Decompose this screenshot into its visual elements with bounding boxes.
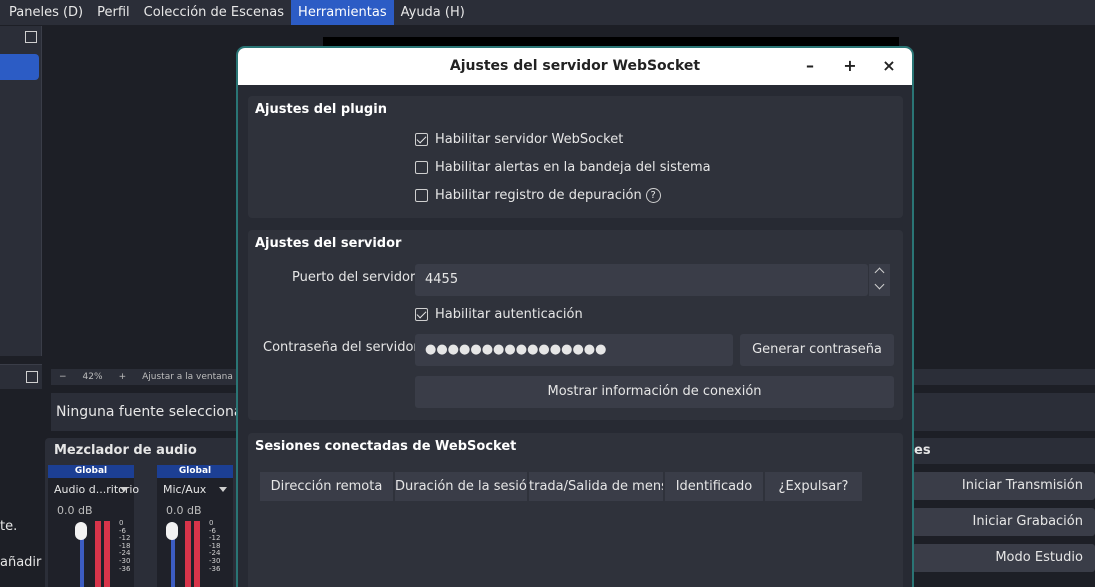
enable-auth-checkbox[interactable] bbox=[415, 308, 428, 321]
dock-float-icon[interactable] bbox=[25, 31, 37, 43]
channel-db: 0.0 dB bbox=[57, 504, 93, 517]
zoom-in-button[interactable]: + bbox=[111, 372, 135, 382]
chevron-down-icon[interactable] bbox=[219, 487, 227, 492]
channel-name[interactable]: Mic/Aux bbox=[163, 483, 206, 496]
port-label: Puerto del servidor bbox=[292, 270, 416, 285]
plugin-settings-group: Ajustes del plugin Habilitar servidor We… bbox=[248, 96, 903, 218]
generate-password-button[interactable]: Generar contraseña bbox=[740, 334, 894, 366]
sources-hint-text-2: añadir bbox=[0, 555, 42, 570]
scenes-dock bbox=[0, 26, 42, 356]
enable-server-checkbox-row[interactable]: Habilitar servidor WebSocket bbox=[415, 132, 623, 147]
controls-title: es bbox=[914, 443, 931, 458]
enable-server-checkbox[interactable] bbox=[415, 133, 428, 146]
column-session-duration[interactable]: Duración de la sesión bbox=[395, 472, 527, 501]
chevron-up-icon[interactable] bbox=[874, 267, 885, 278]
show-connection-info-button[interactable]: Mostrar información de conexión bbox=[415, 376, 894, 408]
menu-perfil[interactable]: Perfil bbox=[90, 0, 137, 25]
channel-db: 0.0 dB bbox=[166, 504, 202, 517]
plugin-group-title: Ajustes del plugin bbox=[255, 102, 387, 117]
enable-alerts-checkbox-row[interactable]: Habilitar alertas en la bandeja del sist… bbox=[415, 160, 711, 175]
server-group-title: Ajustes del servidor bbox=[255, 236, 402, 251]
start-streaming-button[interactable]: Iniciar Transmisión bbox=[912, 472, 1095, 500]
enable-alerts-label: Habilitar alertas en la bandeja del sist… bbox=[435, 160, 711, 175]
column-identified[interactable]: Identificado bbox=[665, 472, 763, 501]
channel-header: Global bbox=[157, 465, 233, 478]
sources-hint-text: te. bbox=[0, 519, 18, 534]
enable-server-label: Habilitar servidor WebSocket bbox=[435, 132, 624, 147]
audio-mixer: Mezclador de audio Global Audio d...rito… bbox=[45, 438, 236, 587]
dock-float-icon[interactable] bbox=[26, 371, 38, 383]
zoom-value: 42% bbox=[82, 372, 103, 382]
sessions-table-header: Dirección remota Duración de la sesión t… bbox=[260, 472, 864, 501]
maximize-icon[interactable]: + bbox=[840, 56, 860, 76]
chevron-down-icon[interactable] bbox=[120, 487, 128, 492]
help-icon[interactable]: ? bbox=[645, 188, 661, 203]
port-stepper[interactable] bbox=[868, 264, 890, 296]
zoom-fit-button[interactable]: Ajustar a la ventana bbox=[134, 372, 241, 382]
close-icon[interactable]: × bbox=[879, 56, 899, 76]
password-input[interactable]: ●●●●●●●●●●●●●●●● bbox=[415, 334, 733, 366]
port-input[interactable]: 4455 bbox=[415, 264, 868, 296]
level-meter bbox=[95, 521, 101, 587]
controls-dock-header: es bbox=[910, 438, 1095, 464]
meter-ticks: 0 -6 -12 -18 -24 -30 -36 bbox=[119, 519, 131, 573]
mixer-title: Mezclador de audio bbox=[54, 443, 197, 458]
server-settings-group: Ajustes del servidor Puerto del servidor… bbox=[248, 230, 903, 420]
sessions-group-title: Sesiones conectadas de WebSocket bbox=[255, 439, 517, 454]
sessions-group: Sesiones conectadas de WebSocket bbox=[248, 433, 903, 587]
volume-slider-knob[interactable] bbox=[75, 522, 87, 540]
menu-coleccion-escenas[interactable]: Colección de Escenas bbox=[137, 0, 291, 25]
enable-debug-checkbox[interactable] bbox=[415, 189, 428, 202]
level-meter bbox=[104, 521, 110, 587]
studio-mode-button[interactable]: Modo Estudio bbox=[912, 544, 1095, 572]
level-meter bbox=[185, 521, 191, 587]
menu-herramientas[interactable]: Herramientas bbox=[291, 0, 394, 25]
sources-dock: te. añadir bbox=[0, 364, 42, 587]
volume-slider-knob[interactable] bbox=[166, 522, 178, 540]
menu-paneles[interactable]: Paneles (D) bbox=[2, 0, 90, 25]
enable-debug-checkbox-row[interactable]: Habilitar registro de depuración ? bbox=[415, 188, 661, 203]
column-messages-in-out[interactable]: trada/Salida de mensa bbox=[529, 472, 663, 501]
meter-ticks: 0 -6 -12 -18 -24 -30 -36 bbox=[209, 519, 221, 573]
menu-bar: Paneles (D) Perfil Colección de Escenas … bbox=[0, 0, 1095, 25]
minimize-icon[interactable]: – bbox=[800, 56, 820, 76]
level-meter bbox=[194, 521, 200, 587]
zoom-out-button[interactable]: − bbox=[51, 372, 75, 382]
password-label: Contraseña del servidor bbox=[263, 340, 419, 355]
mixer-channel: Global Mic/Aux 0.0 dB 0 -6 -12 -18 -24 -30 -36 bbox=[157, 465, 233, 587]
no-source-label: Ninguna fuente selecciona bbox=[56, 404, 243, 420]
channel-header: Global bbox=[48, 465, 134, 478]
mixer-channel: Global Audio d...ritorio 0.0 dB 0 -6 -12 -1… bbox=[48, 465, 139, 587]
column-kick[interactable]: ¿Expulsar? bbox=[765, 472, 862, 501]
column-remote-address[interactable]: Dirección remota bbox=[260, 472, 393, 501]
enable-debug-label: Habilitar registro de depuración bbox=[435, 188, 642, 203]
selected-scene-row[interactable] bbox=[0, 54, 39, 80]
enable-alerts-checkbox[interactable] bbox=[415, 161, 428, 174]
chevron-down-icon[interactable] bbox=[874, 279, 885, 290]
dialog-titlebar: Ajustes del servidor WebSocket – + × bbox=[238, 48, 912, 85]
enable-auth-label: Habilitar autenticación bbox=[435, 307, 583, 322]
start-recording-button[interactable]: Iniciar Grabación bbox=[912, 508, 1095, 536]
menu-ayuda[interactable]: Ayuda (H) bbox=[394, 0, 472, 25]
websocket-settings-dialog: Ajustes del servidor WebSocket – + × Aju… bbox=[236, 46, 914, 587]
enable-auth-checkbox-row[interactable]: Habilitar autenticación bbox=[415, 307, 583, 322]
